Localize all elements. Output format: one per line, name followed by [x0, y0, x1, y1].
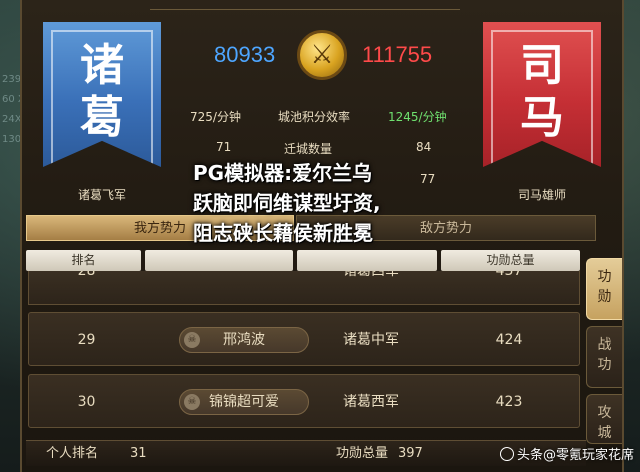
my-rank-value: 31 [130, 446, 147, 461]
col-header-name[interactable] [145, 250, 293, 271]
my-rank-label: 个人排名 [46, 446, 99, 461]
army-cell: 诸葛西军 [343, 394, 399, 410]
stat-ours: 71 [216, 140, 232, 154]
watermark-icon [499, 447, 514, 461]
merit-cell: 423 [495, 394, 523, 410]
rank-cell: 28 [77, 271, 96, 279]
rank-cell: 29 [77, 332, 96, 348]
tab-siege[interactable]: 攻城 [586, 394, 622, 444]
overlay-headline: PG模拟器:爱尔兰乌 跃脑即伺维谋型圩资, 阻志硖长藉侯新胜冕 [193, 158, 453, 248]
merit-cell: 437 [495, 271, 523, 279]
army-cell: 诸葛中军 [343, 332, 399, 348]
stat-theirs: 1245/分钟 [388, 110, 447, 124]
tab-battle[interactable]: 战功 [586, 326, 622, 388]
overlay-line: 阻志硖长藉侯新胜冕 [193, 221, 373, 245]
banner-char: 诸 [80, 40, 124, 91]
stat-theirs: 84 [416, 140, 432, 154]
merit-total-label: 功勋总量 [336, 446, 389, 461]
player-name: 邢鸿波 [223, 332, 265, 348]
crossed-swords-icon: ⚔ [297, 30, 347, 80]
merit-total-value: 397 [398, 446, 423, 461]
our-faction-name: 诸葛飞军 [77, 188, 126, 202]
col-header-rank[interactable]: 排名 [26, 250, 141, 271]
stat-row-relocate: 71 迁城数量 84 [180, 140, 465, 160]
our-score: 80933 [214, 42, 276, 67]
watermark: 头条@零氪玩家花席 [499, 444, 634, 463]
banner-char: 葛 [80, 92, 124, 143]
merit-cell: 424 [495, 332, 523, 348]
player-name: 锦锦超可爱 [209, 394, 279, 410]
banner-char: 马 [520, 92, 564, 143]
col-header-army[interactable] [297, 250, 437, 271]
tab-label: 战功 [597, 337, 612, 373]
tab-label: 攻城 [597, 405, 612, 441]
stat-label: 迁城数量 [284, 142, 333, 156]
stat-label: 城池积分效率 [278, 110, 351, 124]
rank-cell: 30 [77, 394, 96, 410]
stat-ours: 725/分钟 [190, 110, 241, 124]
banner-char: 司 [520, 40, 564, 91]
table-row[interactable]: 28 诸葛西军 437 [28, 271, 580, 305]
table-row[interactable]: 29 ☠ 邢鸿波 诸葛中军 424 [28, 312, 580, 366]
enemy-score: 111755 [362, 42, 433, 67]
tab-label: 功勋 [597, 269, 612, 305]
col-header-merit[interactable]: 功勋总量 [441, 250, 580, 271]
stat-row-efficiency: 725/分钟 城池积分效率 1245/分钟 [180, 108, 465, 128]
enemy-faction-name: 司马雄师 [517, 188, 566, 202]
table-row[interactable]: 30 ☠ 锦锦超可爱 诸葛西军 423 [28, 374, 580, 428]
army-cell: 诸葛西军 [343, 271, 399, 279]
watermark-text: 头条@零氪玩家花席 [516, 448, 634, 463]
tab-merit[interactable]: 功勋 [586, 258, 622, 320]
overlay-line: PG模拟器:爱尔兰乌 [193, 161, 373, 185]
header-strip [150, 0, 460, 10]
overlay-line: 跃脑即伺维谋型圩资, [193, 191, 381, 215]
